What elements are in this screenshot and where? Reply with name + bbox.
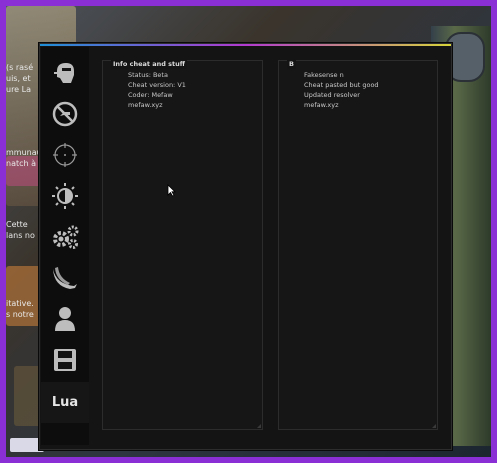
feature-resolver: Updated resolver [304,91,360,99]
background-text: lans no [6,231,35,240]
player-head-icon [54,62,74,83]
tab-rage[interactable] [41,93,89,134]
info-version: Cheat version: V1 [128,81,186,89]
save-disk-icon [54,348,76,371]
feature-fakesense: Fakesense n [304,71,344,79]
tab-visuals[interactable] [41,175,89,216]
info-coder: Coder: Mefaw [128,91,173,99]
info-site: mefaw.xyz [128,101,163,109]
resize-handle[interactable] [432,424,436,428]
visuals-brightness-icon [52,182,78,209]
groupbox-b: B Fakesense n Cheat pasted but good Upda… [278,60,438,430]
tab-aimbot[interactable] [41,134,89,175]
groupbox-title: Info cheat and stuff [111,60,188,69]
background-text: itative. [6,299,34,308]
knife-icon [53,266,77,289]
crosshair-icon [53,142,77,167]
background-text: Cette [6,220,28,229]
background-text: natch à [6,159,37,168]
groupbox-title: B [287,60,296,69]
background-text: (s rasé [6,63,34,72]
feature-pasted: Cheat pasted but good [304,81,379,89]
tab-skins[interactable] [41,257,89,298]
tab-misc[interactable] [41,216,89,257]
tab-lua[interactable]: Lua [41,382,89,423]
tab-config[interactable] [41,339,89,380]
resize-handle[interactable] [257,424,261,428]
groupbox-info: Info cheat and stuff Status: Beta Cheat … [102,60,263,430]
tab-legit[interactable] [41,52,89,93]
background-text: uis, et [6,74,31,83]
tab-lua-label: Lua [51,395,79,410]
accent-gradient-bar [40,44,451,46]
mouse-cursor-icon [167,184,176,197]
gears-icon [53,225,79,249]
info-status: Status: Beta [128,71,168,79]
person-icon [55,306,75,331]
cheat-menu-window[interactable]: Lua Info cheat and stuff Status: Beta Ch… [39,43,452,450]
background-text: s notre [6,310,34,319]
tab-players[interactable] [41,298,89,339]
background-text: mmunau [6,148,42,157]
tab-sidebar: Lua [41,47,89,445]
no-sign-icon [52,101,78,126]
feature-site: mefaw.xyz [304,101,339,109]
background-text: ure La [6,85,32,94]
